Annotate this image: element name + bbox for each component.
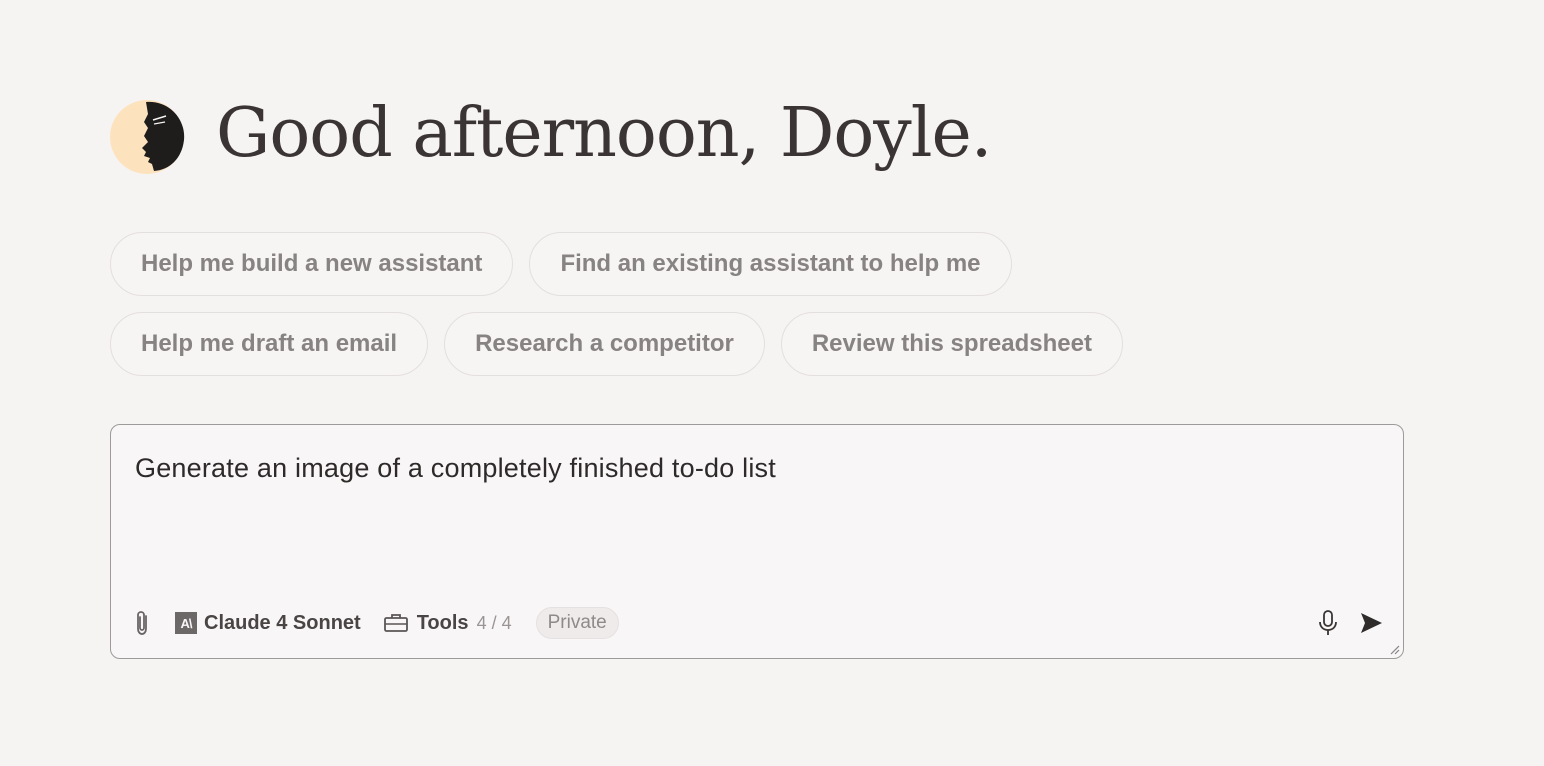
send-button[interactable]: [1359, 611, 1383, 635]
tools-label: Tools: [416, 611, 469, 634]
greeting-title: Good afternoon, Doyle.: [216, 94, 992, 173]
tools-button[interactable]: Tools 4 / 4: [383, 612, 512, 635]
avatar-icon: [110, 100, 185, 174]
tools-count: 4 / 4: [476, 612, 512, 633]
greeting-header: Good afternoon, Doyle.: [108, 92, 992, 182]
prompt-input[interactable]: Generate an image of a completely finish…: [135, 453, 1355, 484]
briefcase-icon: [383, 614, 408, 632]
suggestion-chip-find-assistant[interactable]: Find an existing assistant to help me: [529, 232, 1012, 296]
suggestion-chip-build-assistant[interactable]: Help me build a new assistant: [110, 232, 514, 296]
composer-actions: [1317, 605, 1383, 641]
model-selector[interactable]: A\ Claude 4 Sonnet: [175, 612, 361, 635]
suggestion-row: Help me draft an email Research a compet…: [110, 312, 1310, 376]
home-screen: Good afternoon, Doyle. Help me build a n…: [0, 0, 1544, 766]
anthropic-logo-icon: A\: [175, 612, 197, 634]
resize-handle-icon[interactable]: [1388, 643, 1400, 655]
attach-button[interactable]: [133, 610, 153, 636]
privacy-badge[interactable]: Private: [535, 607, 619, 639]
send-icon: [1361, 613, 1382, 633]
microphone-button[interactable]: [1317, 609, 1339, 637]
model-label: Claude 4 Sonnet: [204, 611, 361, 634]
prompt-composer[interactable]: Generate an image of a completely finish…: [110, 424, 1404, 659]
suggestion-row: Help me build a new assistant Find an ex…: [110, 232, 1310, 296]
suggestion-chips: Help me build a new assistant Find an ex…: [110, 232, 1310, 392]
paperclip-icon: [137, 611, 147, 635]
microphone-icon: [1319, 610, 1337, 635]
composer-toolbar: A\ Claude 4 Sonnet Tools 4 / 4 Private: [133, 605, 1383, 641]
suggestion-chip-research-competitor[interactable]: Research a competitor: [444, 312, 765, 376]
suggestion-chip-draft-email[interactable]: Help me draft an email: [110, 312, 429, 376]
suggestion-chip-review-spreadsheet[interactable]: Review this spreadsheet: [780, 312, 1123, 376]
